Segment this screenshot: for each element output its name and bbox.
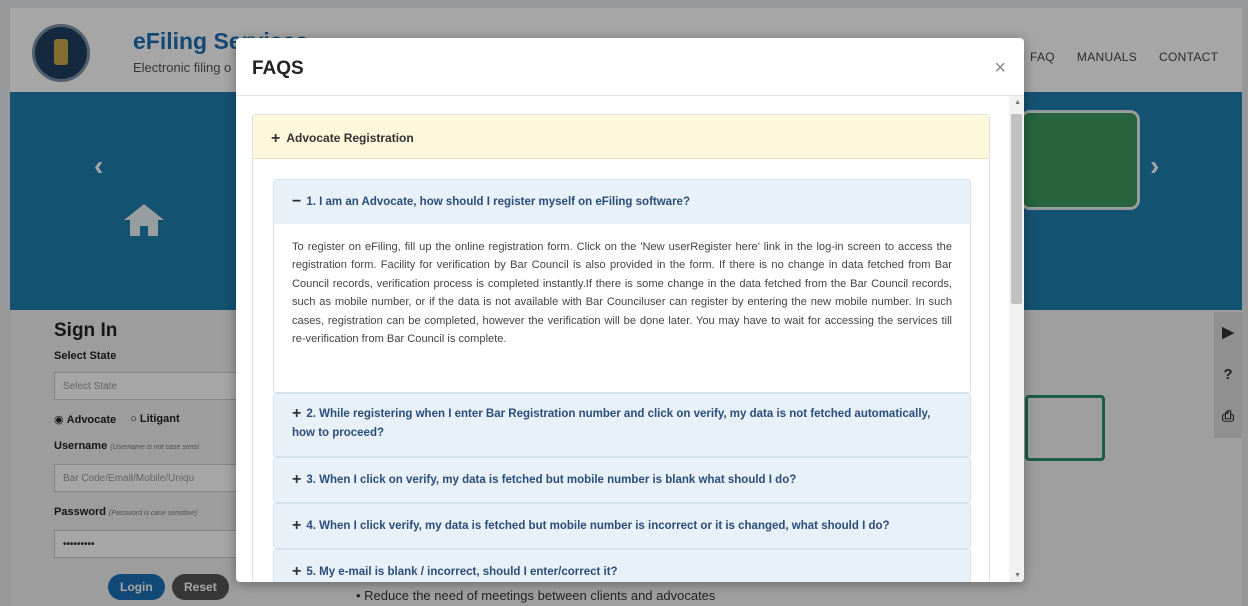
modal-body: + Advocate Registration −1. I am an Advoc… [236,96,1024,582]
faq-modal: FAQS × + Advocate Registration −1. I am a… [236,38,1024,582]
plus-icon: + [292,517,302,534]
plus-icon: + [292,471,302,488]
plus-icon: + [271,130,281,147]
faq-item: +4. When I click verify, my data is fetc… [273,503,971,549]
faq-category: + Advocate Registration −1. I am an Advoc… [252,114,990,582]
scroll-down-icon[interactable]: ▼ [1014,572,1021,579]
close-icon[interactable]: × [994,57,1006,80]
scrollbar-thumb[interactable] [1011,114,1022,304]
faq-question[interactable]: −1. I am an Advocate, how should I regis… [274,180,970,224]
faq-question[interactable]: +5. My e-mail is blank / incorrect, shou… [274,550,970,582]
minus-icon: − [292,193,302,210]
scroll-up-icon[interactable]: ▲ [1014,99,1021,106]
faq-item: +2. While registering when I enter Bar R… [273,393,971,457]
modal-scrollbar[interactable]: ▲ ▼ [1009,96,1024,582]
faq-answer: To register on eFiling, fill up the onli… [292,241,952,346]
category-label: Advocate Registration [286,131,414,145]
faq-question[interactable]: +3. When I click on verify, my data is f… [274,458,970,502]
category-header[interactable]: + Advocate Registration [253,115,989,159]
faq-item: −1. I am an Advocate, how should I regis… [273,179,971,393]
faq-question[interactable]: +2. While registering when I enter Bar R… [274,394,970,456]
faq-item: +5. My e-mail is blank / incorrect, shou… [273,549,971,582]
plus-icon: + [292,563,302,580]
plus-icon: + [292,405,302,422]
modal-title: FAQS [252,58,304,79]
faq-item: +3. When I click on verify, my data is f… [273,457,971,503]
modal-header: FAQS × [236,38,1024,96]
faq-question[interactable]: +4. When I click verify, my data is fetc… [274,504,970,548]
